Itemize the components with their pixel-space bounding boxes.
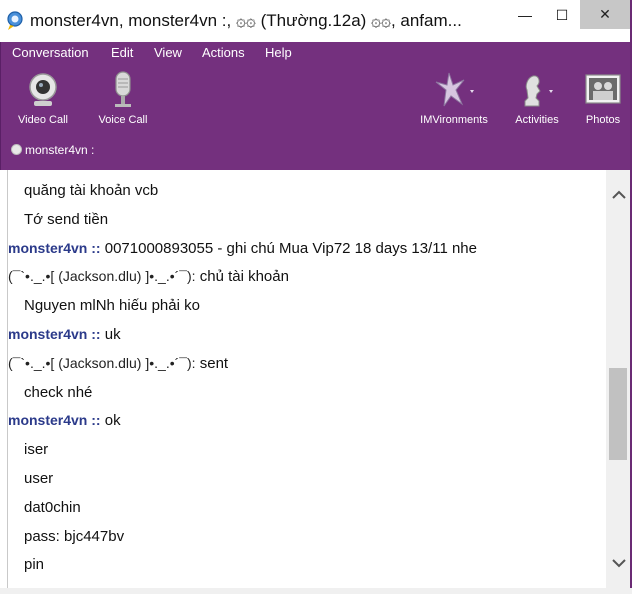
sender-name: (¯`•._.•[ (Jackson.dlu) ]•._.•´¯): bbox=[8, 268, 196, 285]
sender-name: monster4vn :: bbox=[8, 239, 101, 256]
photos-label: Photos bbox=[585, 114, 621, 126]
scroll-down-icon[interactable] bbox=[610, 556, 628, 570]
message-body: uk bbox=[100, 326, 121, 343]
menu-bar: Conversation Edit View Actions Help bbox=[1, 42, 631, 66]
video-call-button[interactable]: Video Call bbox=[11, 70, 75, 128]
sender-name: (¯`•._.•[ (Jackson.dlu) ]•._.•´¯): bbox=[8, 354, 196, 371]
message-header: monster4vn :: uk bbox=[8, 326, 121, 343]
contact-name: monster4vn : bbox=[25, 143, 95, 157]
activities-icon bbox=[524, 75, 553, 107]
message-text: Nguyen mlNh hiếu phải ko bbox=[24, 297, 200, 315]
imvironments-button[interactable]: IMVironments bbox=[415, 70, 493, 128]
microphone-icon bbox=[115, 71, 131, 107]
scrollbar-thumb[interactable] bbox=[609, 368, 627, 460]
photos-icon bbox=[585, 74, 621, 104]
webcam-icon bbox=[29, 73, 57, 106]
close-button[interactable]: ✕ bbox=[580, 0, 630, 29]
activities-label: Activities bbox=[515, 114, 559, 126]
message-text: pin bbox=[24, 556, 45, 574]
message-header: (¯`•._.•[ (Jackson.dlu) ]•._.•´¯): sent bbox=[8, 355, 228, 372]
vertical-scrollbar[interactable] bbox=[606, 170, 632, 588]
message-header: (¯`•._.•[ (Jackson.dlu) ]•._.•´¯): chủ t… bbox=[8, 268, 289, 285]
imvironments-label: IMVironments bbox=[420, 114, 488, 126]
title-bar: monster4vn, monster4vn :, ۞۞ (Thường.12a… bbox=[0, 0, 632, 42]
message-body: sent bbox=[195, 354, 229, 372]
message-header: monster4vn :: ok bbox=[8, 412, 121, 429]
message-text: pass: bjc447bv bbox=[24, 527, 125, 545]
scroll-up-icon[interactable] bbox=[610, 188, 628, 202]
message-text: iser bbox=[24, 441, 49, 459]
menu-help[interactable]: Help bbox=[265, 45, 292, 60]
message-text: quăng tài khoản vcb bbox=[24, 182, 159, 199]
message-text: Tớ send tiền bbox=[24, 210, 109, 228]
menu-actions[interactable]: Actions bbox=[202, 45, 245, 60]
window-frame-bottom bbox=[0, 588, 632, 594]
activities-button[interactable]: Activities bbox=[511, 70, 563, 128]
message-body: chủ tài khoản bbox=[195, 268, 289, 286]
voice-call-label: Voice Call bbox=[98, 114, 148, 126]
message-text: user bbox=[24, 470, 54, 487]
video-call-label: Video Call bbox=[18, 114, 68, 126]
voice-call-button[interactable]: Voice Call bbox=[93, 70, 153, 128]
menu-view[interactable]: View bbox=[154, 45, 182, 60]
message-header: monster4vn :: 0071000893055 - ghi chú Mu… bbox=[8, 240, 477, 257]
message-body: 0071000893055 - ghi chú Mua Vip72 18 day… bbox=[100, 239, 477, 257]
message-text: dat0chin bbox=[24, 498, 81, 516]
photos-button[interactable]: Photos bbox=[581, 70, 625, 128]
sender-name: monster4vn :: bbox=[8, 326, 101, 342]
messenger-header: Conversation Edit View Actions Help Vide… bbox=[0, 42, 632, 170]
contact-status[interactable]: monster4vn : bbox=[11, 143, 94, 157]
menu-edit[interactable]: Edit bbox=[111, 45, 133, 60]
status-dot-icon bbox=[11, 144, 22, 155]
conversation-history[interactable]: quăng tài khoản vcb Tớ send tiền monster4v… bbox=[7, 170, 607, 588]
message-body: ok bbox=[100, 412, 121, 430]
minimize-button[interactable]: — bbox=[510, 0, 540, 30]
message-text: check nhé bbox=[24, 383, 93, 401]
maximize-button[interactable]: ☐ bbox=[546, 0, 578, 30]
menu-conversation[interactable]: Conversation bbox=[12, 45, 89, 60]
sender-name: monster4vn :: bbox=[8, 412, 101, 429]
messenger-icon bbox=[7, 11, 23, 30]
window-title: monster4vn, monster4vn :, ۞۞ (Thường.12a… bbox=[30, 11, 462, 30]
imvironments-icon bbox=[435, 72, 474, 107]
